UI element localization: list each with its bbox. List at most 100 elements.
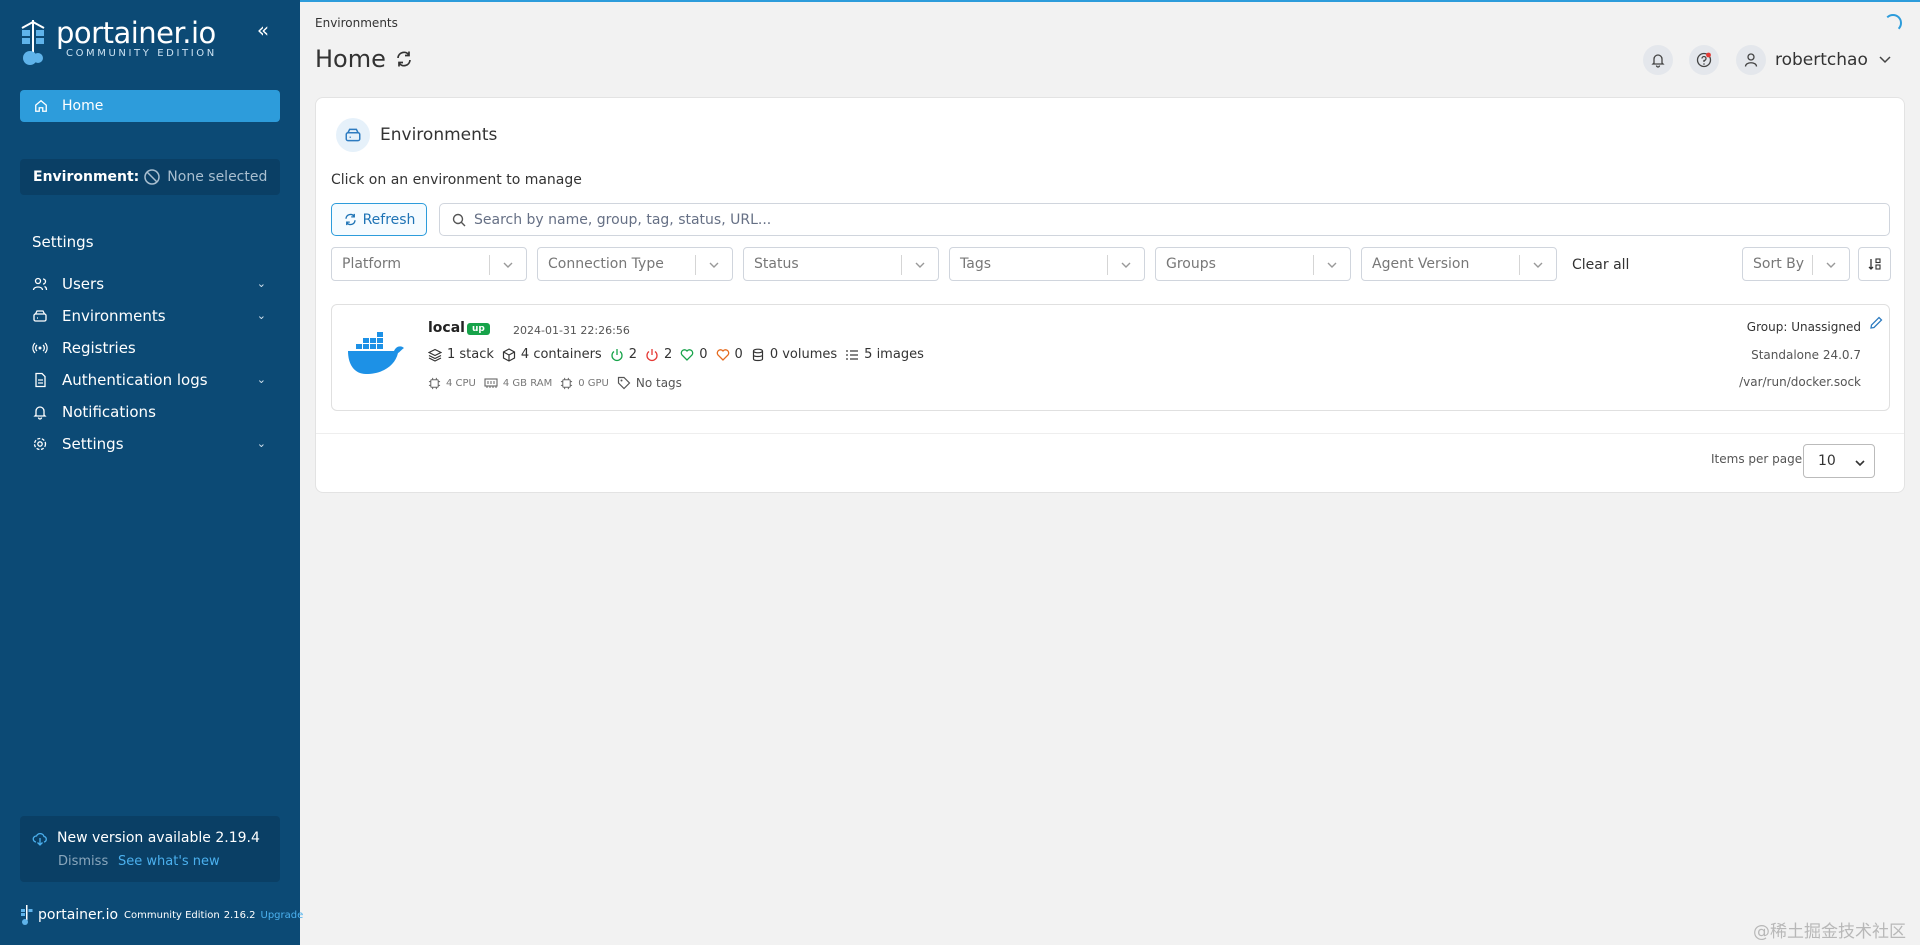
help-icon <box>1696 52 1712 68</box>
filter-label: Connection Type <box>548 256 664 272</box>
search-box <box>439 203 1890 236</box>
chevron-down-icon <box>709 262 719 268</box>
refresh-icon <box>344 213 356 226</box>
groups-filter[interactable]: Groups <box>1155 247 1351 281</box>
cloud-download-icon <box>32 832 47 846</box>
notifications-button[interactable] <box>1643 45 1673 75</box>
filter-label: Status <box>754 256 799 272</box>
search-input[interactable] <box>474 211 1854 228</box>
sidebar-item-label: Environments <box>62 307 166 325</box>
agent-version-filter[interactable]: Agent Version <box>1361 247 1557 281</box>
sidebar-item-settings[interactable]: Settings ⌄ <box>20 428 280 460</box>
gpu-value: 0 GPU <box>578 377 609 389</box>
collapse-sidebar-icon[interactable]: « <box>252 20 274 42</box>
environment-timestamp: 2024-01-31 22:26:56 <box>513 324 630 337</box>
container-icon <box>502 347 516 362</box>
stack-count: 1 stack <box>447 347 494 362</box>
footer-version: 2.16.2 <box>223 909 256 921</box>
dismiss-link[interactable]: Dismiss <box>58 854 108 869</box>
sidebar-item-label: Notifications <box>62 403 156 421</box>
panel-title: Environments <box>380 125 498 145</box>
home-icon <box>35 99 47 112</box>
docker-icon <box>348 332 404 374</box>
tag-icon <box>617 376 631 390</box>
chevron-down-icon <box>1121 262 1131 268</box>
whats-new-link[interactable]: See what's new <box>118 854 220 869</box>
chevron-down-icon <box>1855 460 1865 467</box>
chevron-down-icon: ⌄ <box>256 437 266 450</box>
sort-by-label: Sort By <box>1753 256 1805 272</box>
heart-unhealthy-icon <box>716 348 729 361</box>
chevron-down-icon[interactable] <box>1878 52 1892 66</box>
watermark: @稀土掘金技术社区 <box>1753 922 1906 942</box>
chevron-down-icon <box>503 262 513 268</box>
sidebar-item-label: Registries <box>62 339 136 357</box>
search-icon <box>452 213 466 226</box>
stack-icon <box>428 348 442 362</box>
stopped-count: 2 <box>663 347 673 362</box>
portainer-logo[interactable]: portainer.io COMMUNITY EDITION <box>18 18 217 66</box>
environments-icon <box>33 310 47 322</box>
portainer-logo-icon <box>21 20 45 65</box>
environment-stats: 1 stack 4 containers 2 2 0 0 0 volumes 5… <box>428 347 932 362</box>
volume-count: 0 volumes <box>769 347 838 362</box>
connection-type-filter[interactable]: Connection Type <box>537 247 733 281</box>
chevron-down-icon: ⌄ <box>256 373 266 386</box>
sidebar-item-users[interactable]: Users ⌄ <box>20 268 280 300</box>
gpu-icon <box>561 377 573 389</box>
clear-all-button[interactable]: Clear all <box>1572 257 1629 273</box>
database-icon <box>752 348 763 361</box>
environment-group: Group: Unassigned <box>1746 320 1861 334</box>
platform-filter[interactable]: Platform <box>331 247 527 281</box>
status-badge: up <box>467 323 490 335</box>
environment-selector: Environment: None selected <box>20 159 280 195</box>
portainer-small-logo-icon <box>21 905 33 925</box>
sort-order-button[interactable] <box>1858 247 1891 281</box>
tags-filter[interactable]: Tags <box>949 247 1145 281</box>
items-per-page-select[interactable]: 10 <box>1803 444 1875 478</box>
sidebar-item-registries[interactable]: Registries <box>20 332 280 364</box>
chevron-down-icon: ⌄ <box>256 309 266 322</box>
list-icon <box>846 349 859 360</box>
sidebar-item-environments[interactable]: Environments ⌄ <box>20 300 280 332</box>
sidebar-item-notifications[interactable]: Notifications <box>20 396 280 428</box>
footer-edition: Community Edition <box>124 909 220 921</box>
filter-label: Groups <box>1166 256 1216 272</box>
user-icon <box>1744 53 1758 67</box>
sort-order-icon <box>1868 258 1881 270</box>
refresh-button[interactable]: Refresh <box>331 203 427 236</box>
edit-pencil-icon[interactable] <box>1868 315 1884 331</box>
sort-by-select[interactable]: Sort By <box>1742 247 1850 281</box>
upgrade-link[interactable]: Upgrade <box>261 910 304 921</box>
chevron-down-icon <box>1327 262 1337 268</box>
status-filter[interactable]: Status <box>743 247 939 281</box>
breadcrumb[interactable]: Environments <box>315 16 398 30</box>
help-button[interactable] <box>1689 45 1719 75</box>
environment-card[interactable]: local up 2024-01-31 22:26:56 1 stack 4 c… <box>331 304 1890 411</box>
update-title: New version available 2.19.4 <box>57 830 260 846</box>
update-notice: New version available 2.19.4 Dismiss See… <box>20 816 280 882</box>
chevron-down-icon <box>915 262 925 268</box>
running-count: 2 <box>628 347 637 362</box>
bell-icon <box>1651 54 1665 68</box>
container-count: 4 containers <box>520 347 602 362</box>
refresh-icon[interactable] <box>394 49 414 69</box>
heart-healthy-icon <box>680 348 694 361</box>
environments-icon <box>336 118 370 152</box>
memory-icon <box>484 378 498 388</box>
users-icon <box>32 277 48 291</box>
filter-label: Agent Version <box>1372 256 1470 272</box>
loading-spinner <box>1884 14 1902 32</box>
sidebar-item-auth-logs[interactable]: Authentication logs ⌄ <box>20 364 280 396</box>
sidebar-item-home[interactable]: Home <box>20 90 280 122</box>
user-name[interactable]: robertchao <box>1775 50 1868 70</box>
logo-name: portainer.io <box>56 16 216 50</box>
items-per-page-value: 10 <box>1818 453 1836 469</box>
user-avatar[interactable] <box>1736 45 1766 75</box>
sidebar-item-label: Home <box>62 98 104 114</box>
cpu-value: 4 CPU <box>446 377 476 389</box>
chevron-down-icon: ⌄ <box>256 277 266 290</box>
sidebar-item-label: Authentication logs <box>62 371 208 389</box>
page-title: Home <box>315 45 414 73</box>
environment-name: local <box>428 320 465 336</box>
